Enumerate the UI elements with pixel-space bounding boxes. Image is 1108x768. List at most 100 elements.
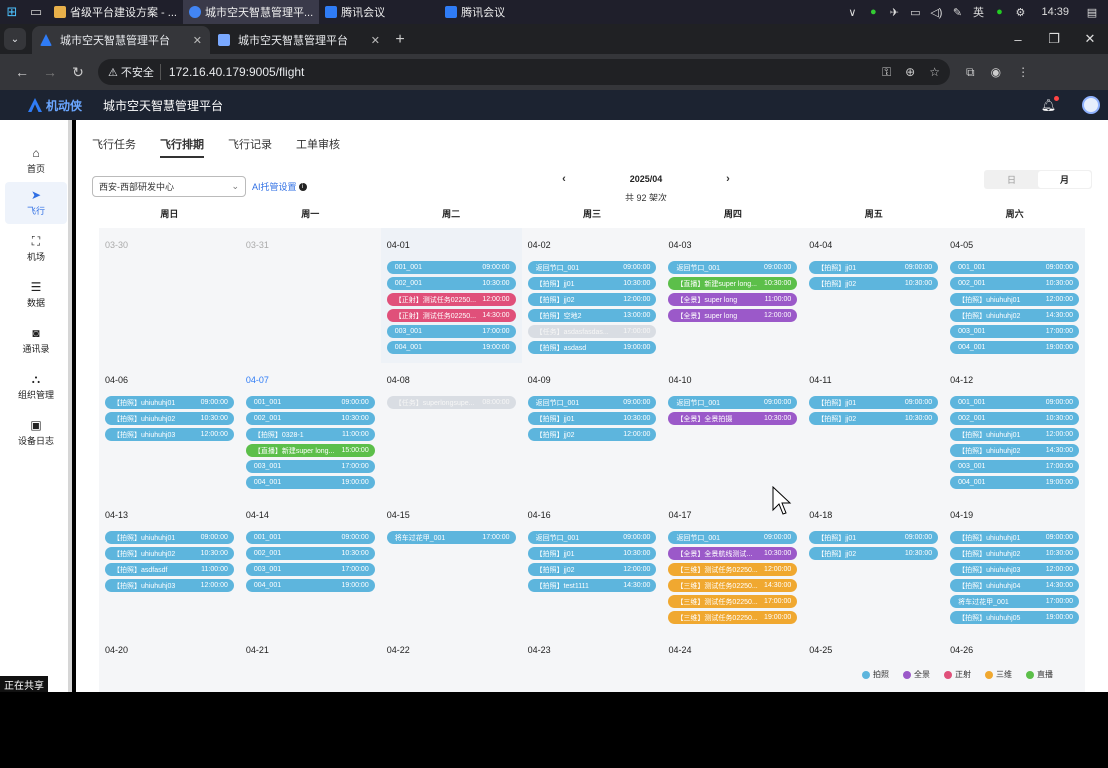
sidebar-item-airport[interactable]: ⛶ 机场 bbox=[5, 228, 67, 270]
screen-share-indicator[interactable]: 正在共享 bbox=[0, 676, 48, 692]
schedule-event[interactable]: 【三维】测试任务02250... 19:00:00 bbox=[668, 611, 798, 624]
address-bar[interactable]: ⚠ 不安全 172.16.40.179:9005/flight ⚿ ⊕ ☆ bbox=[98, 59, 950, 85]
sidebar-item-flight[interactable]: ➤ 飞行 bbox=[5, 182, 67, 224]
schedule-event[interactable]: 【拍照】uhiuhuhj03 12:00:00 bbox=[105, 428, 234, 441]
calendar-day[interactable]: 04-17 返回节口_001 09:00:00 【全景】全景航线测试... 10:30:… bbox=[662, 498, 803, 633]
key-icon[interactable]: ⚿ bbox=[882, 65, 891, 80]
schedule-event[interactable]: 【拍照】jj02 10:30:00 bbox=[809, 412, 939, 425]
sidebar-item-home[interactable]: ⌂ 首页 bbox=[5, 140, 67, 182]
tab-flight-records[interactable]: 飞行记录 bbox=[228, 136, 272, 158]
schedule-event[interactable]: 【拍照】jj01 10:30:00 bbox=[527, 277, 657, 290]
sidebar-item-org[interactable]: ⛬ 组织管理 bbox=[5, 366, 67, 408]
info-icon[interactable]: i bbox=[298, 182, 307, 191]
settings-gear-icon[interactable]: ⚙ bbox=[1014, 6, 1026, 19]
profile-icon[interactable]: ◉ bbox=[991, 65, 1001, 80]
schedule-event[interactable]: 【拍照】jj01 09:00:00 bbox=[809, 531, 939, 544]
schedule-event[interactable]: 003_001 17:00:00 bbox=[950, 460, 1080, 473]
ai-hosting-link[interactable]: AI托管设置 i bbox=[252, 180, 307, 193]
schedule-event[interactable]: 【任务】superlongsupe... 08:00:00 bbox=[386, 396, 516, 409]
minimize-icon[interactable]: – bbox=[1000, 32, 1036, 47]
zoom-icon[interactable]: ⊕ bbox=[905, 65, 915, 80]
schedule-event[interactable]: 返回节口_001 09:00:00 bbox=[527, 396, 657, 409]
schedule-event[interactable]: 【全景】super long 12:00:00 bbox=[668, 309, 798, 322]
schedule-event[interactable]: 将车过花甲_001 17:00:00 bbox=[950, 595, 1080, 608]
schedule-event[interactable]: 返回节口_001 09:00:00 bbox=[668, 261, 798, 274]
notifications-icon[interactable]: ▤ bbox=[1086, 6, 1098, 19]
schedule-event[interactable]: 【直播】新建super long... 10:30:00 bbox=[668, 277, 798, 290]
schedule-event[interactable]: 002_001 10:30:00 bbox=[950, 412, 1080, 425]
schedule-event[interactable]: 【拍照】test1111 14:30:00 bbox=[527, 579, 657, 592]
tab-work-order-review[interactable]: 工单审核 bbox=[296, 136, 340, 158]
schedule-event[interactable]: 【拍照】uhiuhuhj02 14:30:00 bbox=[950, 444, 1080, 457]
calendar-day[interactable]: 04-14 001_001 09:00:00 002_001 10:30:00 003_0… bbox=[240, 498, 381, 633]
schedule-event[interactable]: 【拍照】空地2 13:00:00 bbox=[527, 309, 657, 322]
schedule-event[interactable]: 返回节口_001 09:00:00 bbox=[527, 261, 657, 274]
windows-start-icon[interactable]: ⊞ bbox=[0, 0, 24, 24]
schedule-event[interactable]: 返回节口_001 09:00:00 bbox=[527, 531, 657, 544]
schedule-event[interactable]: 【拍照】asdasd 19:00:00 bbox=[527, 341, 657, 354]
tray-expand-icon[interactable]: ∨ bbox=[846, 6, 858, 19]
browser-tab-1[interactable]: 城市空天智慧管理平台 ✕ bbox=[32, 26, 210, 54]
schedule-event[interactable]: 【拍照】uhiuhuhj02 14:30:00 bbox=[950, 309, 1080, 322]
calendar-day[interactable]: 04-07 001_001 09:00:00 002_001 10:30:00 【拍照】0… bbox=[240, 363, 381, 498]
schedule-event[interactable]: 003_001 17:00:00 bbox=[950, 325, 1080, 338]
schedule-event[interactable]: 【拍照】uhiuhuhj03 12:00:00 bbox=[105, 579, 234, 592]
schedule-event[interactable]: 【拍照】jj02 10:30:00 bbox=[809, 547, 939, 560]
volume-icon[interactable]: ◁) bbox=[930, 6, 942, 19]
schedule-event[interactable]: 002_001 10:30:00 bbox=[245, 547, 375, 560]
browser-menu-icon[interactable]: ⋮ bbox=[1017, 65, 1029, 80]
schedule-event[interactable]: 【拍照】uhiuhuhj01 09:00:00 bbox=[105, 396, 234, 409]
calendar-day[interactable]: 04-24 bbox=[662, 633, 803, 768]
calendar-day[interactable]: 04-20 bbox=[99, 633, 240, 768]
schedule-event[interactable]: 004_001 19:00:00 bbox=[386, 341, 516, 354]
restore-icon[interactable]: ❐ bbox=[1036, 31, 1072, 47]
insecure-warning[interactable]: ⚠ 不安全 bbox=[108, 64, 161, 80]
schedule-event[interactable]: 003_001 17:00:00 bbox=[245, 563, 375, 576]
browser-tab-2[interactable]: 城市空天智慧管理平台 ✕ bbox=[210, 26, 388, 54]
schedule-event[interactable]: 【拍照】uhiuhuhj02 10:30:00 bbox=[105, 412, 234, 425]
calendar-day[interactable]: 04-16 返回节口_001 09:00:00 【拍照】jj01 10:30:00 【拍照… bbox=[522, 498, 663, 633]
calendar-day[interactable]: 04-12 001_001 09:00:00 002_001 10:30:00 【拍照】u… bbox=[944, 363, 1085, 498]
schedule-event[interactable]: 【三维】测试任务02250... 17:00:00 bbox=[668, 595, 798, 608]
calendar-day[interactable]: 04-11 【拍照】jj01 09:00:00 【拍照】jj02 10:30:00 bbox=[803, 363, 944, 498]
site-select[interactable]: 西安-西部研发中心 ⌄ bbox=[92, 176, 246, 197]
taskbar-app-chrome[interactable]: 城市空天智慧管理平... bbox=[182, 0, 320, 24]
schedule-event[interactable]: 【拍照】uhiuhuhj03 12:00:00 bbox=[950, 563, 1080, 576]
reload-icon[interactable]: ↻ bbox=[64, 64, 92, 81]
schedule-event[interactable]: 002_001 10:30:00 bbox=[245, 412, 375, 425]
calendar-day[interactable]: 04-08 【任务】superlongsupe... 08:00:00 bbox=[381, 363, 522, 498]
schedule-event[interactable]: 004_001 19:00:00 bbox=[245, 476, 375, 489]
tab-search-chevron-icon[interactable]: ⌄ bbox=[4, 28, 26, 50]
schedule-event[interactable]: 【三维】测试任务02250... 12:00:00 bbox=[668, 563, 798, 576]
tray-app-icon[interactable]: ✈ bbox=[888, 6, 900, 19]
schedule-event[interactable]: 001_001 09:00:00 bbox=[950, 261, 1080, 274]
tray-green-icon[interactable]: ● bbox=[993, 6, 1005, 18]
calendar-day[interactable]: 04-06 【拍照】uhiuhuhj01 09:00:00 【拍照】uhiuhuhj0… bbox=[99, 363, 240, 498]
tab-close-icon[interactable]: ✕ bbox=[193, 34, 202, 47]
schedule-event[interactable]: 【拍照】asdfasdf 11:00:00 bbox=[105, 563, 234, 576]
schedule-event[interactable]: 【拍照】uhiuhuhj02 10:30:00 bbox=[950, 547, 1080, 560]
schedule-event[interactable]: 003_001 17:00:00 bbox=[386, 325, 516, 338]
view-month-button[interactable]: 月 bbox=[1038, 171, 1091, 188]
prev-month-icon[interactable]: ‹ bbox=[556, 173, 572, 185]
calendar-day[interactable]: 04-02 返回节口_001 09:00:00 【拍照】jj01 10:30:00 【拍照… bbox=[522, 228, 663, 363]
schedule-event[interactable]: 【全景】全景航线测试... 10:30:00 bbox=[668, 547, 798, 560]
schedule-event[interactable]: 返回节口_001 09:00:00 bbox=[668, 531, 798, 544]
sidebar-item-contacts[interactable]: ◙ 通讯录 bbox=[5, 320, 67, 362]
calendar-day[interactable]: 04-01 001_001 09:00:00 002_001 10:30:00 【正射】测… bbox=[380, 228, 522, 363]
schedule-event[interactable]: 【全景】super long 11:00:00 bbox=[668, 293, 798, 306]
schedule-event[interactable]: 【拍照】uhiuhuhj01 12:00:00 bbox=[950, 428, 1080, 441]
next-month-icon[interactable]: › bbox=[720, 173, 736, 185]
taskbar-app-doc[interactable]: 省级平台建设方案 - ... bbox=[48, 0, 183, 24]
bell-icon[interactable]: 🔔︎ bbox=[1041, 96, 1059, 112]
display-icon[interactable]: ▭ bbox=[909, 6, 921, 19]
tab-flight-tasks[interactable]: 飞行任务 bbox=[92, 136, 136, 158]
url-text[interactable]: 172.16.40.179:9005/flight bbox=[169, 65, 304, 79]
wechat-icon[interactable]: ● bbox=[867, 6, 879, 18]
schedule-event[interactable]: 002_001 10:30:00 bbox=[386, 277, 516, 290]
calendar-day[interactable]: 04-15 将车过花甲_001 17:00:00 bbox=[381, 498, 522, 633]
calendar-day[interactable]: 04-10 返回节口_001 09:00:00 【全景】全景拍摄 10:30:00 bbox=[662, 363, 803, 498]
schedule-event[interactable]: 003_001 17:00:00 bbox=[245, 460, 375, 473]
calendar-day[interactable]: 04-26 bbox=[944, 633, 1085, 768]
desktop-icon[interactable]: ▭ bbox=[24, 0, 48, 24]
